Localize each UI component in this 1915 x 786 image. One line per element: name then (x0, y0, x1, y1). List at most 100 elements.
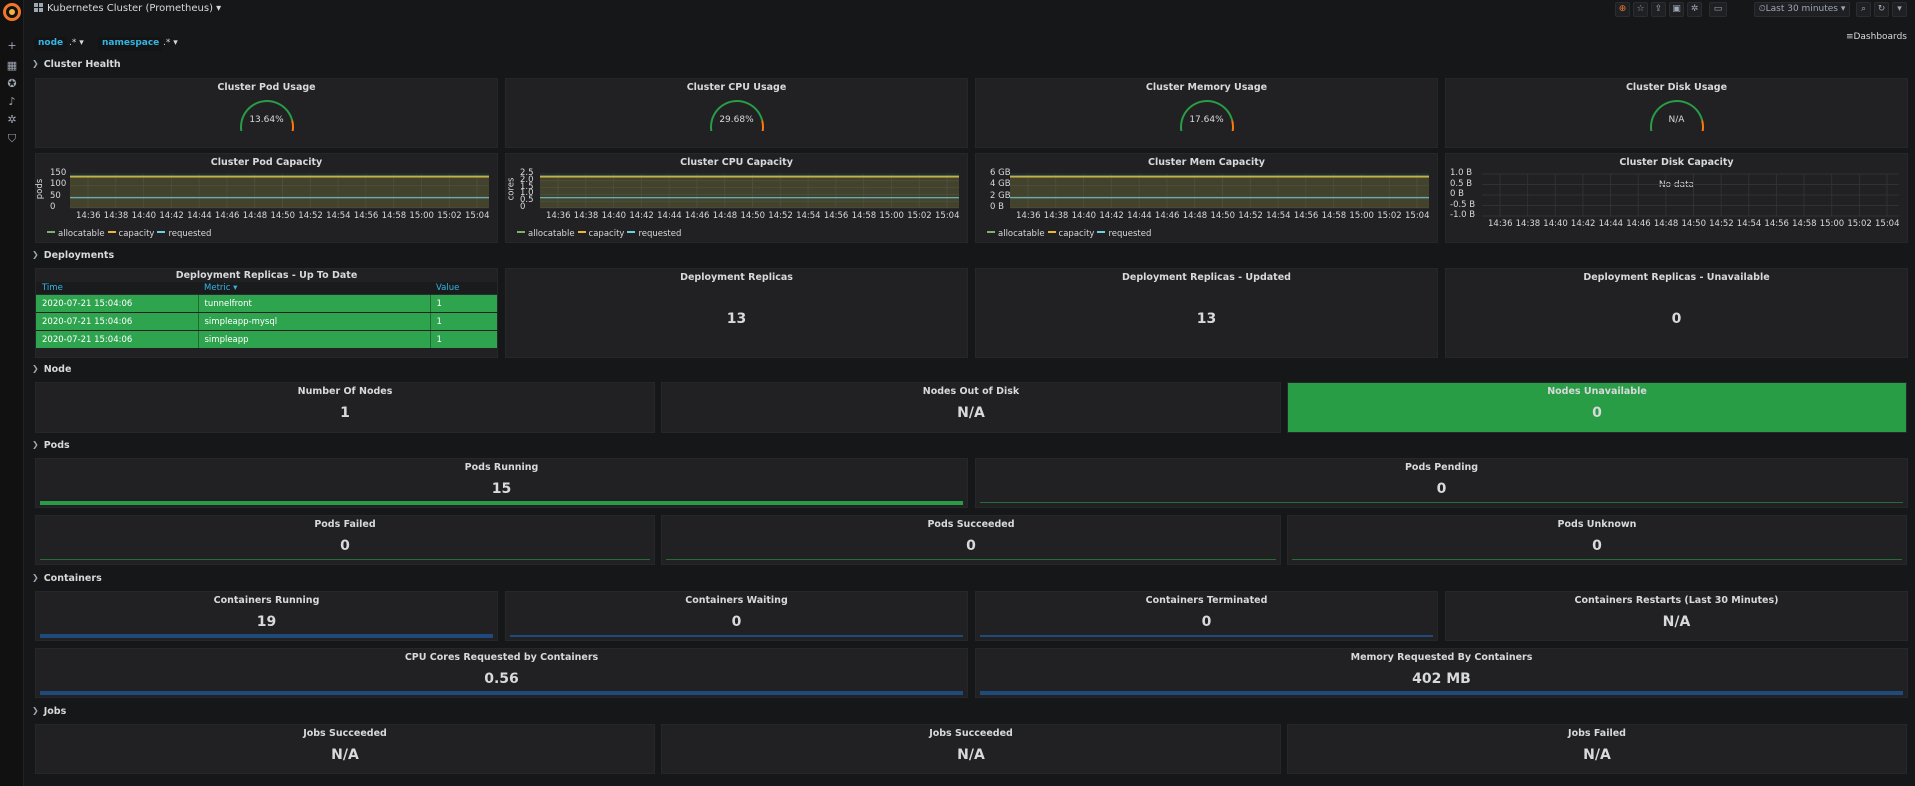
variable-namespace-select[interactable]: .* ▾ (160, 37, 181, 51)
row-containers[interactable]: ❯ Containers (32, 573, 102, 584)
x-tick-label: 14:56 (1764, 219, 1789, 229)
column-header-value[interactable]: Value (430, 282, 497, 295)
panel-cluster-pod-usage[interactable]: Cluster Pod Usage 13.64% (35, 78, 498, 148)
series-area (1010, 177, 1429, 208)
y-tick-label: 6 GB (990, 168, 1011, 178)
legend-item-allocatable[interactable]: allocatable (58, 229, 105, 239)
legend-swatch (107, 231, 116, 233)
stat-value: 13 (1196, 311, 1217, 327)
explore-compass-icon[interactable]: ✪ (4, 76, 20, 92)
panel-deployment-replicas-table[interactable]: Deployment Replicas - Up To Date Time Me… (35, 268, 498, 358)
refresh-interval-chevron-icon[interactable]: ▾ (1892, 2, 1907, 17)
panel-title: Jobs Failed (1568, 728, 1626, 739)
zoom-out-search-icon[interactable]: ⌕ (1856, 2, 1871, 17)
tv-mode-icon[interactable]: ▭ (1709, 2, 1727, 17)
panel-containers-waiting[interactable]: Containers Waiting 0 (505, 591, 968, 641)
x-tick-label: 14:58 (851, 211, 877, 221)
panel-pods-unknown[interactable]: Pods Unknown 0 (1287, 515, 1907, 565)
legend-item-capacity[interactable]: capacity (589, 229, 625, 239)
panel-title: Containers Terminated (1145, 595, 1268, 606)
dashboard-title-picker[interactable]: Kubernetes Cluster (Prometheus) ▾ (34, 3, 221, 14)
time-range-picker[interactable]: ⏲Last 30 minutes ▾ (1754, 2, 1850, 17)
x-tick-label: 15:02 (1377, 211, 1402, 221)
grafana-logo-icon[interactable] (3, 3, 21, 21)
panel-nodes-out-of-disk[interactable]: Nodes Out of Disk N/A (661, 382, 1281, 433)
panel-cluster-memory-usage[interactable]: Cluster Memory Usage 17.64% (975, 78, 1438, 148)
panel-pods-pending[interactable]: Pods Pending 0 (975, 458, 1908, 508)
panel-pods-succeeded[interactable]: Pods Succeeded 0 (661, 515, 1281, 565)
x-tick-label: 14:52 (1709, 219, 1734, 229)
row-jobs[interactable]: ❯ Jobs (32, 706, 66, 717)
panel-pods-running[interactable]: Pods Running 15 (35, 458, 968, 508)
row-pods[interactable]: ❯ Pods (32, 440, 70, 451)
x-tick-label: 14:46 (214, 211, 240, 221)
column-header-metric[interactable]: Metric ▾ (198, 282, 430, 295)
panel-cluster-disk-capacity[interactable]: Cluster Disk Capacity No data 1.0 B 0.5 B… (1445, 153, 1908, 243)
dashboards-grid-icon[interactable]: ▦ (4, 58, 20, 74)
refresh-icon[interactable]: ↻ (1874, 2, 1889, 17)
panel-jobs-succeeded[interactable]: Jobs Succeeded N/A (35, 724, 655, 774)
y-tick-label: 0 (520, 202, 526, 212)
legend-item-capacity[interactable]: capacity (1059, 229, 1095, 239)
stat-value: N/A (1583, 747, 1611, 763)
panel-title: Jobs Succeeded (929, 728, 1013, 739)
panel-title: Cluster CPU Usage (686, 82, 787, 93)
panel-deployment-replicas-updated[interactable]: Deployment Replicas - Updated 13 (975, 268, 1438, 358)
x-tick-label: 14:50 (270, 211, 296, 221)
table-cell: 2020-07-21 15:04:06 (36, 312, 199, 331)
y-axis-label: cores (506, 177, 517, 201)
legend-swatch (517, 231, 525, 233)
stat-value: 0 (1592, 538, 1602, 554)
variable-node-select[interactable]: .* ▾ (66, 37, 87, 51)
stat-value: 0 (731, 614, 742, 630)
panel-nodes-unavailable[interactable]: Nodes Unavailable 0 (1287, 382, 1907, 433)
panel-number-of-nodes[interactable]: Number Of Nodes 1 (35, 382, 655, 433)
plus-icon[interactable]: + (4, 38, 20, 54)
panel-cpu-cores-requested[interactable]: CPU Cores Requested by Containers 0.56 (35, 648, 968, 698)
legend-swatch (1097, 231, 1106, 233)
row-deployments[interactable]: ❯ Deployments (32, 250, 114, 261)
save-icon[interactable]: ▣ (1669, 2, 1684, 17)
panel-cluster-pod-capacity[interactable]: Cluster Pod Capacity 150 100 50 0 pods 14:36 1… (35, 153, 498, 243)
star-icon[interactable]: ☆ (1633, 2, 1648, 17)
panel-containers-terminated[interactable]: Containers Terminated 0 (975, 591, 1438, 641)
gauge-svg (709, 100, 764, 143)
configuration-gear-icon[interactable]: ✲ (4, 112, 20, 128)
panel-deployment-replicas[interactable]: Deployment Replicas 13 (505, 268, 968, 358)
x-tick-label: 14:54 (1266, 211, 1291, 221)
panel-deployment-replicas-unavailable[interactable]: Deployment Replicas - Unavailable 0 (1445, 268, 1908, 358)
settings-gear-icon[interactable]: ✲ (1687, 2, 1702, 17)
legend-item-allocatable[interactable]: allocatable (528, 229, 575, 239)
server-admin-shield-icon[interactable]: ⛉ (4, 131, 20, 147)
x-tick-label: 14:48 (242, 211, 268, 221)
panel-cluster-mem-capacity[interactable]: Cluster Mem Capacity 6 GB 4 GB 2 GB 0 B 14:3… (975, 153, 1438, 243)
legend-item-requested[interactable]: requested (1108, 229, 1151, 239)
panel-containers-running[interactable]: Containers Running 19 (35, 591, 498, 641)
panel-cluster-cpu-capacity[interactable]: Cluster CPU Capacity 2.5 2.0 1.5 1.0 0.5 0 cor… (505, 153, 968, 243)
legend-item-requested[interactable]: requested (638, 229, 681, 239)
panel-memory-requested[interactable]: Memory Requested By Containers 402 MB (975, 648, 1908, 698)
panel-cluster-disk-usage[interactable]: Cluster Disk Usage N/A (1445, 78, 1908, 148)
gauge: 29.68% (707, 95, 767, 143)
row-cluster-health[interactable]: ❯ Cluster Health (32, 59, 121, 70)
panel-pods-failed[interactable]: Pods Failed 0 (35, 515, 655, 565)
legend-item-allocatable[interactable]: allocatable (998, 229, 1045, 239)
add-panel-icon[interactable]: ⊕ (1615, 2, 1630, 17)
panel-cluster-cpu-usage[interactable]: Cluster CPU Usage 29.68% (505, 78, 968, 148)
share-icon[interactable]: ⇪ (1651, 2, 1666, 17)
panel-jobs-failed[interactable]: Jobs Failed N/A (1287, 724, 1907, 774)
panel-title: Pods Pending (1404, 462, 1479, 473)
sparkline (666, 559, 1276, 560)
dashboards-link[interactable]: ≡Dashboards (1846, 32, 1907, 42)
panel-title: Cluster Pod Usage (217, 82, 316, 93)
alerting-bell-icon[interactable]: ♪ (4, 94, 20, 110)
column-header-time[interactable]: Time (36, 282, 198, 295)
x-tick-label: 14:58 (1792, 219, 1817, 229)
panel-title: Deployment Replicas - Updated (1122, 272, 1291, 283)
panel-jobs-succeeded-2[interactable]: Jobs Succeeded N/A (661, 724, 1281, 774)
panel-containers-restarts[interactable]: Containers Restarts (Last 30 Minutes) N/… (1445, 591, 1908, 641)
legend-item-requested[interactable]: requested (168, 229, 211, 239)
sparkline (510, 635, 963, 637)
legend-item-capacity[interactable]: capacity (119, 229, 155, 239)
row-node[interactable]: ❯ Node (32, 364, 71, 375)
